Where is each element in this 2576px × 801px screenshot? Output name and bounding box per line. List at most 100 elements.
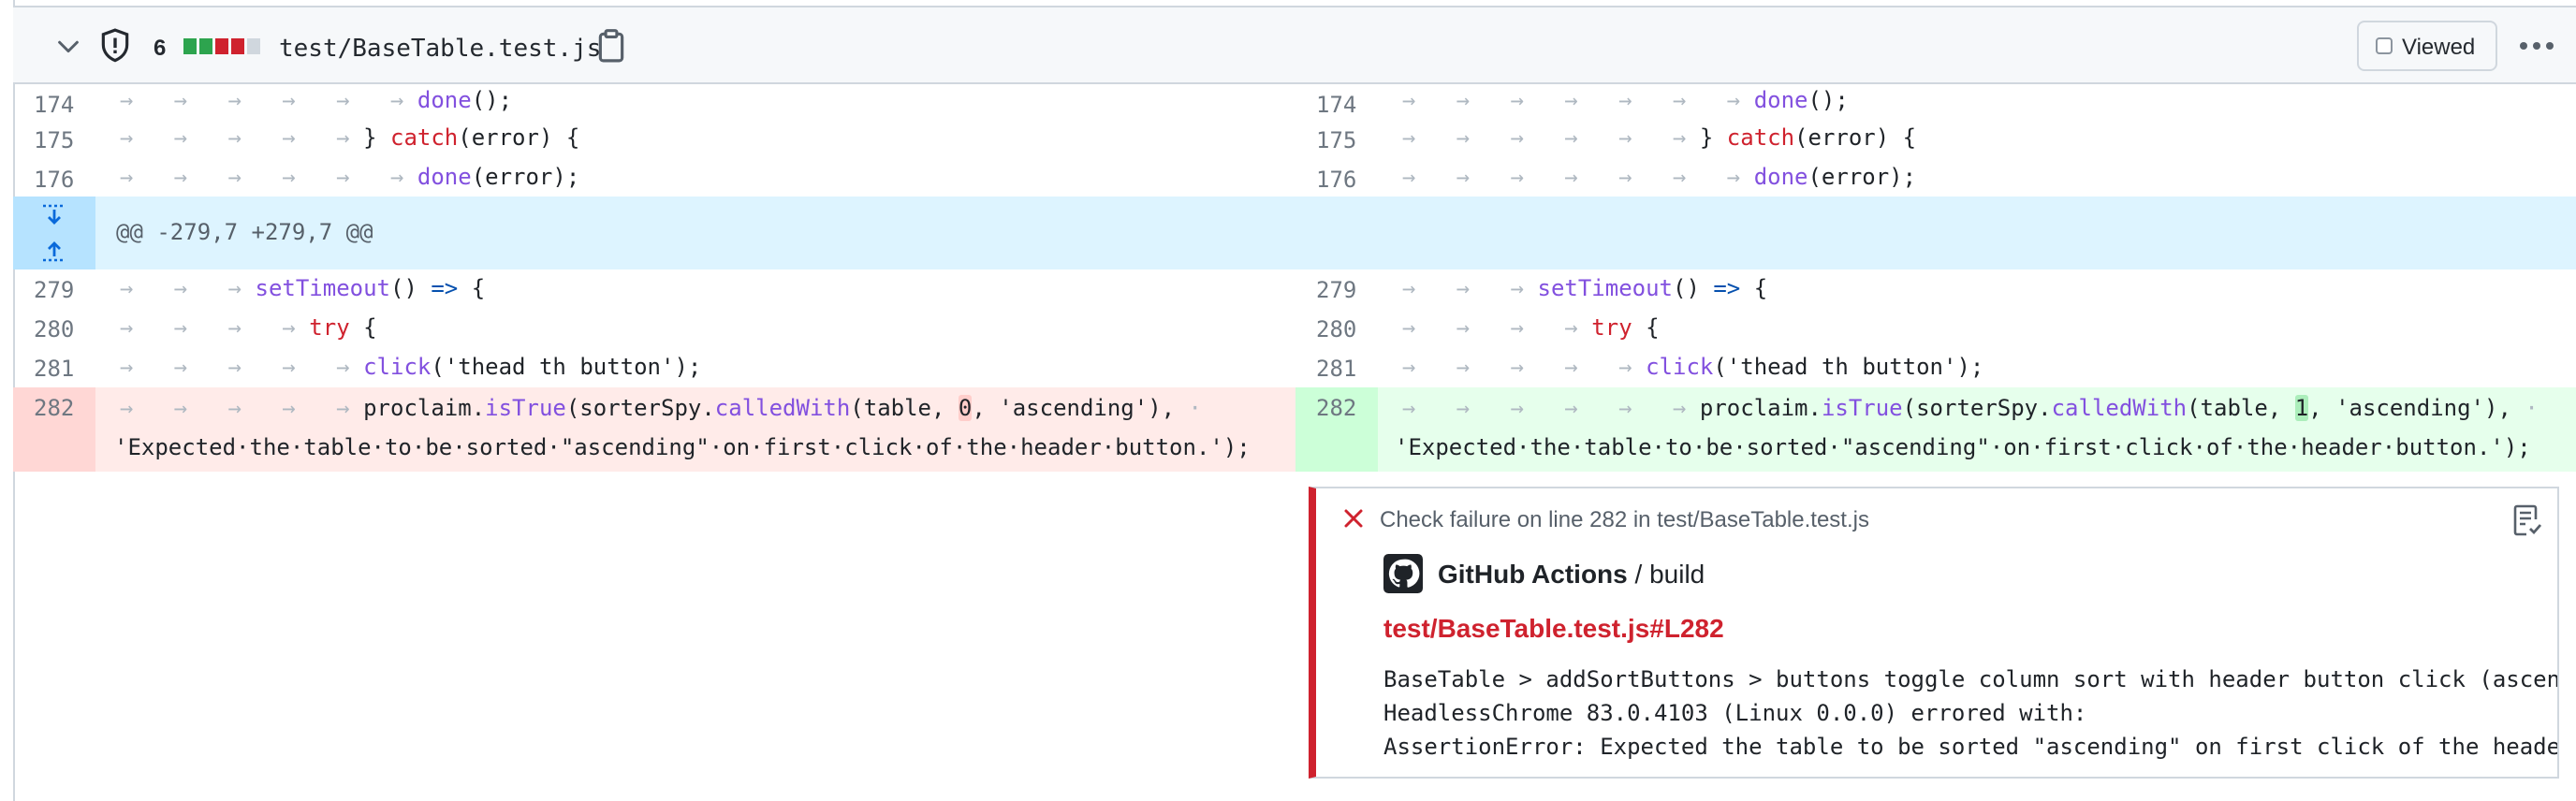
code-token: {	[1753, 275, 1768, 301]
annotation-source-job: / build	[1627, 560, 1705, 589]
code-token: catch	[390, 124, 459, 151]
code-token: isTrue	[485, 395, 566, 421]
line-number[interactable]: 281	[1295, 348, 1378, 387]
diff-right-cell: 279 → → → setTimeout() => {	[1295, 269, 2576, 309]
diff-left-cell: 176 → → → → → → done(error);	[13, 159, 1295, 197]
checklist-icon[interactable]	[2512, 503, 2542, 537]
diffstat-box-added	[199, 38, 212, 54]
code-token: ,	[972, 395, 986, 421]
annotation-file-link[interactable]: test/BaseTable.test.js#L282	[1383, 614, 1724, 644]
kebab-icon[interactable]	[2518, 32, 2555, 60]
line-number[interactable]: 175	[13, 120, 95, 159]
diff-row: 281 → → → → → click('thead th button'); …	[13, 348, 2576, 387]
line-number[interactable]: 280	[1295, 309, 1378, 348]
diffstat-box-deleted	[231, 38, 244, 54]
diff-row: 175 → → → → → } catch(error) { 175 → → →…	[13, 120, 2576, 159]
diff-row: 174 → → → → → → done(); 174 → → → → → → …	[13, 84, 2576, 120]
diffstat-box-added	[183, 38, 197, 54]
line-number-text: 280	[34, 316, 75, 342]
code-token: {	[1646, 314, 1660, 341]
diff-right-cell: 175 → → → → → → } catch(error) {	[1295, 120, 2576, 159]
line-number[interactable]: 280	[13, 309, 95, 348]
annotation-source: GitHub Actions / build	[1438, 560, 1705, 590]
diff-row: 279 → → → setTimeout() => { 279 → → → se…	[13, 269, 2576, 309]
code-token: (error);	[1808, 164, 1917, 190]
code-token: (table,	[2187, 395, 2282, 421]
diff-right-cell: 280 → → → → try {	[1295, 309, 2576, 348]
code-line: → → → → → → done(error);	[120, 164, 580, 190]
annotation-source-app: GitHub Actions	[1438, 560, 1628, 589]
line-number[interactable]: 279	[1295, 269, 1378, 309]
code-line: → → → → → click('thead th button');	[1402, 354, 1984, 380]
file-path-link[interactable]: test/BaseTable.test.js	[279, 35, 601, 63]
code-token: calledWith	[2051, 395, 2188, 421]
added-value: 1	[2294, 395, 2309, 421]
line-number-text: 282	[34, 395, 75, 421]
code-token: th	[1821, 354, 1849, 380]
code-token: ,	[2308, 395, 2322, 421]
line-number[interactable]: 174	[13, 84, 95, 120]
diff-row: 280 → → → → try { 280 → → → → try {	[13, 309, 2576, 348]
line-number[interactable]: 175	[1295, 120, 1378, 159]
code-token: ();	[1808, 87, 1849, 113]
code-token: =>	[1713, 275, 1741, 301]
code-line: → → → setTimeout() => {	[1402, 275, 1768, 301]
copy-icon[interactable]	[597, 29, 625, 63]
file-header: 6 test/BaseTable.test.js Viewed	[13, 6, 2576, 84]
code-token: {	[565, 124, 580, 151]
line-number[interactable]: 176	[1295, 159, 1378, 197]
line-number[interactable]: 279	[13, 269, 95, 309]
code-token: {	[471, 275, 486, 301]
line-number-text: 279	[1316, 277, 1357, 303]
code-line: → → → setTimeout() => {	[120, 275, 486, 301]
line-number-text: 282	[1316, 395, 1357, 421]
code-token: catch	[1726, 124, 1795, 151]
expand-hunk-button[interactable]	[13, 197, 95, 269]
code-line: → → → → → → done();	[120, 87, 513, 113]
code-line-wrapped: 'Expected·the·table·to·be·sorted·"ascend…	[1395, 434, 2531, 460]
diff-left-cell: 279 → → → setTimeout() => {	[13, 269, 1295, 309]
code-token: ();	[471, 87, 513, 113]
change-count: 6	[154, 36, 167, 61]
code-line: → → → → → → → done();	[1402, 87, 1849, 113]
annotation-message-line: BaseTable > addSortButtons > buttons tog…	[1383, 666, 2559, 692]
code-token: button');	[1862, 354, 1984, 380]
chevron-down-icon[interactable]	[54, 32, 82, 60]
code-token: (error);	[471, 164, 580, 190]
line-number[interactable]: 281	[13, 348, 95, 387]
code-token: (table,	[850, 395, 945, 421]
line-number[interactable]: 176	[13, 159, 95, 197]
code-token: {	[363, 314, 377, 341]
code-token: try	[309, 314, 350, 341]
diff-row-changed: 282 → → → → → proclaim.isTrue(sorterSpy.…	[13, 387, 2576, 472]
line-number[interactable]: 282	[13, 387, 95, 472]
diff-right-cell-added: 282 → → → → → → proclaim.isTrue(sorterSp…	[1295, 387, 2576, 472]
line-number-text: 176	[1316, 167, 1357, 193]
code-token: (error)	[1794, 124, 1890, 151]
viewed-button[interactable]: Viewed	[2357, 21, 2497, 71]
code-token: isTrue	[1821, 395, 1903, 421]
code-token: try	[1591, 314, 1632, 341]
diff-right-cell: 281 → → → → → click('thead th button');	[1295, 348, 2576, 387]
code-line: → → → → try {	[120, 314, 377, 341]
annotation-title: Check failure on line 282 in test/BaseTa…	[1380, 507, 1869, 532]
hunk-header: @@ -279,7 +279,7 @@	[116, 219, 373, 245]
code-token: calledWith	[714, 395, 851, 421]
code-token: {	[1902, 124, 1917, 151]
code-line: → → → → → → proclaim.isTrue(sorterSpy.ca…	[1402, 395, 2539, 421]
x-icon	[1344, 509, 1363, 528]
line-number[interactable]: 174	[1295, 84, 1378, 120]
line-number-text: 281	[1316, 356, 1357, 382]
code-line: → → → → → → } catch(error) {	[1402, 124, 1917, 151]
check-annotation: Check failure on line 282 in test/BaseTa…	[1309, 487, 2559, 779]
line-number[interactable]: 282	[1295, 387, 1378, 472]
diff-left-cell: 175 → → → → → } catch(error) {	[13, 120, 1295, 159]
viewed-checkbox[interactable]	[2376, 37, 2393, 54]
code-token: setTimeout	[255, 275, 391, 301]
annotation-message-line: AssertionError: Expected the table to be…	[1383, 734, 2559, 760]
code-token: (sorterSpy.	[1902, 395, 2052, 421]
diff-row: 176 → → → → → → done(error); 176 → → → →…	[13, 159, 2576, 197]
code-token: ()	[390, 275, 417, 301]
diffstat-box-neutral	[247, 38, 260, 54]
code-token: proclaim.	[363, 395, 486, 421]
